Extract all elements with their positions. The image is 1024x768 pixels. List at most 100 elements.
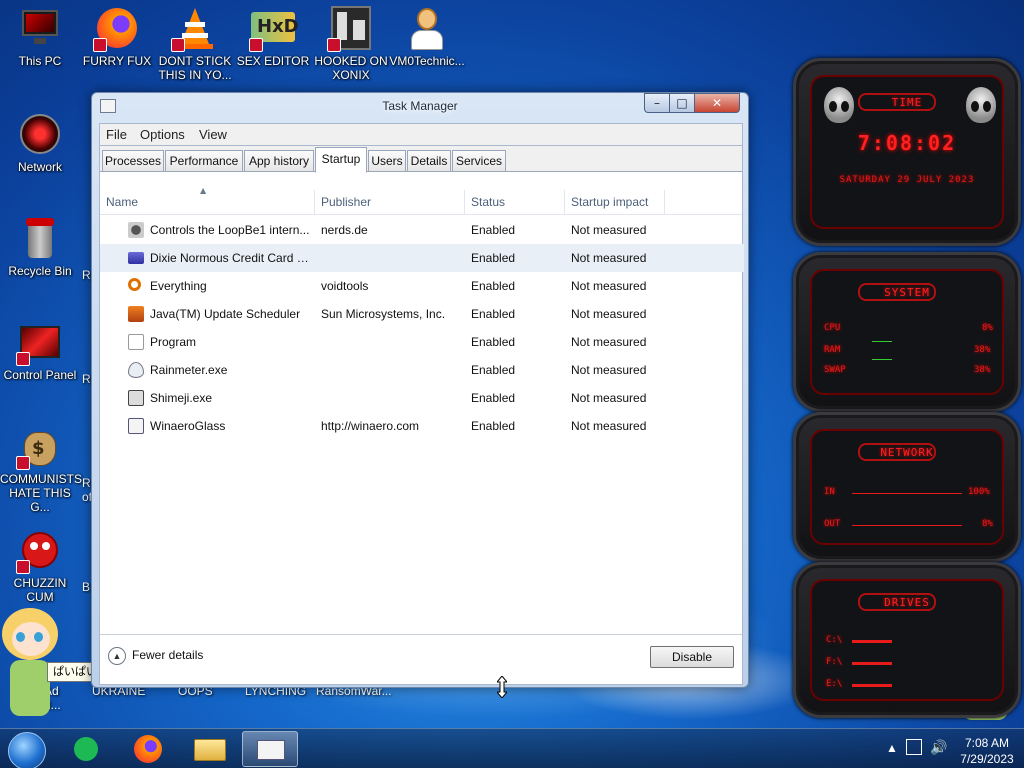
- row-name: Rainmeter.exe: [150, 363, 228, 377]
- tab-users[interactable]: Users: [368, 150, 406, 172]
- row-impact: Not measured: [571, 307, 647, 321]
- task-manager-window[interactable]: Task Manager – □ ✕ File Options View Pro…: [91, 92, 749, 688]
- swap-label: SWAP: [824, 365, 846, 375]
- desktop-icon-communists[interactable]: $ COMMUNISTS HATE THIS G...: [0, 424, 82, 514]
- desktop-icon-label: HOOKED ON XONIX: [314, 54, 388, 82]
- in-graph: [852, 493, 962, 494]
- desktop-icon-label: Control Panel: [3, 368, 77, 382]
- java-icon: [128, 306, 144, 322]
- tab-app-history[interactable]: App history: [244, 150, 314, 172]
- table-row[interactable]: Dixie Normous Credit Card S... Enabled N…: [100, 244, 744, 272]
- show-hidden-icons-button[interactable]: ▲: [886, 741, 898, 755]
- out-graph: [852, 525, 962, 526]
- in-value: 100%: [968, 487, 990, 497]
- row-status: Enabled: [471, 223, 516, 237]
- row-impact: Not measured: [571, 335, 647, 349]
- table-row[interactable]: Shimeji.exe Enabled Not measured: [100, 384, 744, 412]
- tab-strip: Processes Performance App history Startu…: [100, 146, 742, 173]
- credit-card-icon: [128, 252, 144, 264]
- control-panel-icon: [16, 320, 62, 366]
- taskbar-spotify-button[interactable]: [58, 731, 114, 767]
- desktop-icon-vm0technic[interactable]: VM0Technic...: [387, 6, 467, 68]
- taskbar-firefox-button[interactable]: [120, 731, 176, 767]
- header-divider: [100, 214, 742, 215]
- chuzzle-icon: [16, 528, 62, 574]
- hxd-editor-icon: HxD: [249, 6, 299, 52]
- taskbar: ▲ 🔊 7:08 AM 7/29/2023: [0, 728, 1024, 768]
- desktop-icon-label: VM0Technic...: [389, 54, 465, 68]
- drives-widget[interactable]: DRIVES C:\ F:\ E:\: [793, 562, 1021, 718]
- desktop-icon-vlc[interactable]: DONT STICK THIS IN YO...: [155, 6, 235, 82]
- desktop-icon-hooked-on-xonix[interactable]: HOOKED ON XONIX: [311, 6, 391, 82]
- desktop-icon-label: SEX EDITOR: [236, 54, 310, 68]
- time-widget[interactable]: TIME 7:08:02 SATURDAY 29 JULY 2023: [793, 58, 1021, 246]
- minimize-button[interactable]: –: [644, 93, 670, 113]
- tab-performance[interactable]: Performance: [165, 150, 243, 172]
- desktop-icon-recycle-bin[interactable]: Recycle Bin: [0, 216, 80, 278]
- row-name: Program: [150, 335, 197, 349]
- desktop-icon-furry-fux[interactable]: FURRY FUX: [77, 6, 157, 68]
- taskbar-explorer-button[interactable]: [182, 731, 238, 767]
- network-icon: [18, 112, 62, 156]
- ram-value: 38%: [974, 345, 991, 355]
- row-impact: Not measured: [571, 279, 647, 293]
- table-row[interactable]: WinaeroGlass http://winaero.com Enabled …: [100, 412, 744, 440]
- table-row[interactable]: Everything voidtools Enabled Not measure…: [100, 272, 744, 300]
- in-label: IN: [824, 487, 835, 497]
- maximize-button[interactable]: □: [669, 93, 695, 113]
- widget-title: TIME: [891, 96, 923, 109]
- clock-display: 7:08:02: [857, 131, 957, 155]
- cpu-value: 8%: [982, 323, 993, 333]
- desktop-icon-chuzzin[interactable]: CHUZZIN CUM: [0, 528, 80, 604]
- drive-label: C:\: [826, 635, 843, 645]
- row-name: Shimeji.exe: [150, 391, 213, 405]
- desktop-icon-network[interactable]: Network: [0, 112, 80, 174]
- network-tray-icon[interactable]: [906, 739, 922, 755]
- tab-details[interactable]: Details: [407, 150, 451, 172]
- row-name: WinaeroGlass: [150, 419, 226, 433]
- drive-bar: [852, 640, 892, 643]
- partial-icon-label: B: [82, 580, 91, 594]
- column-header-name[interactable]: Name: [100, 190, 315, 214]
- desktop-icon-label: COMMUNISTS HATE THIS G...: [0, 472, 82, 514]
- widget-title: DRIVES: [884, 596, 930, 609]
- tab-startup[interactable]: Startup: [315, 147, 367, 173]
- raindrop-icon: [128, 362, 144, 378]
- network-widget[interactable]: NETWORK IN 100% OUT 8%: [793, 412, 1021, 562]
- chevron-up-icon: ▲: [108, 647, 126, 665]
- clock-time: 7:08 AM: [964, 736, 1010, 750]
- disable-button[interactable]: Disable: [650, 646, 734, 668]
- drive-bar: [852, 662, 892, 665]
- column-header-publisher[interactable]: Publisher: [315, 190, 465, 214]
- close-button[interactable]: ✕: [694, 93, 740, 113]
- ram-graph: [872, 341, 892, 342]
- widget-title: SYSTEM: [884, 286, 930, 299]
- taskbar-task-manager-button[interactable]: [242, 731, 298, 767]
- row-publisher: http://winaero.com: [321, 419, 420, 433]
- column-header-startup-impact[interactable]: Startup impact: [565, 190, 665, 214]
- desktop-icon-control-panel[interactable]: Control Panel: [0, 320, 80, 382]
- menu-options[interactable]: Options: [140, 127, 185, 142]
- clock[interactable]: 7:08 AM 7/29/2023: [957, 735, 1017, 767]
- volume-icon[interactable]: 🔊: [930, 739, 947, 756]
- desktop-icon-label: This PC: [18, 54, 62, 68]
- resize-cursor-icon: [495, 675, 509, 699]
- column-header-status[interactable]: Status: [465, 190, 565, 214]
- drive-label: F:\: [826, 657, 843, 667]
- table-row[interactable]: Rainmeter.exe Enabled Not measured: [100, 356, 744, 384]
- swap-graph: [872, 359, 892, 360]
- menu-view[interactable]: View: [199, 127, 227, 142]
- desktop-icon-sex-editor[interactable]: HxD SEX EDITOR: [233, 6, 313, 68]
- row-status: Enabled: [471, 335, 516, 349]
- title-bar[interactable]: Task Manager – □ ✕: [92, 93, 748, 121]
- tab-services[interactable]: Services: [452, 150, 506, 172]
- window-icon: [128, 418, 144, 434]
- menu-file[interactable]: File: [106, 127, 127, 142]
- desktop-icon-this-pc[interactable]: This PC: [0, 6, 80, 68]
- table-row[interactable]: Program Enabled Not measured: [100, 328, 744, 356]
- system-widget[interactable]: SYSTEM CPU 8% RAM 38% SWAP 38%: [793, 252, 1021, 412]
- table-row[interactable]: Controls the LoopBe1 intern... nerds.de …: [100, 216, 744, 244]
- tab-processes[interactable]: Processes: [102, 150, 164, 172]
- table-row[interactable]: Java(TM) Update Scheduler Sun Microsyste…: [100, 300, 744, 328]
- start-button[interactable]: [8, 732, 46, 768]
